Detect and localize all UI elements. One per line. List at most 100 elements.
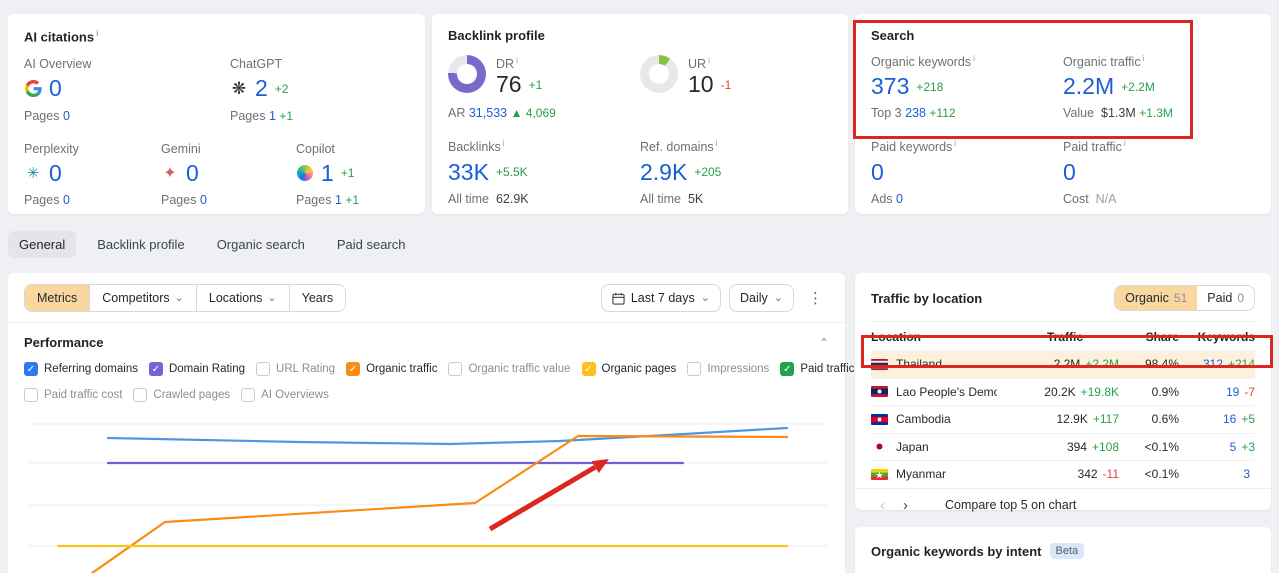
table-row-japan[interactable]: Japan 394 +108 <0.1% 5 +3 [871,432,1255,461]
table-row-thailand[interactable]: Thailand 2.2M +2.2M 98.4% 312 +214 [871,350,1255,378]
info-icon: i [715,138,718,149]
report-tabs: General Backlink profile Organic search … [8,231,417,258]
paid-keywords-stat: Paid keywords i 0 Ads 0 [871,138,957,206]
tab-paid-search[interactable]: Paid search [326,231,417,258]
chevron-down-icon: ⌄ [174,291,184,304]
chevron-down-icon: ⌄ [773,291,783,304]
metrics-segment[interactable]: Metrics [25,285,91,311]
organic-traffic-value[interactable]: 2.2M [1063,73,1114,99]
ai-overview-value: 0 [49,75,62,102]
dr-donut-gauge [448,55,486,93]
more-options-icon[interactable]: ⋮ [802,289,829,307]
pages-count-link[interactable]: 0 [200,193,207,207]
ar-label: AR [448,106,466,121]
next-page-icon[interactable]: › [894,498,917,513]
keywords-by-intent-card: Organic keywords by intent Beta [855,527,1271,573]
gemini-label: Gemini [161,141,201,156]
date-range-button[interactable]: Last 7 days ⌄ [600,284,721,312]
granularity-button[interactable]: Daily ⌄ [728,284,794,312]
flag-myanmar-icon [871,468,888,480]
tab-organic-search[interactable]: Organic search [206,231,316,258]
top3-link[interactable]: 238 [905,106,926,120]
info-icon: i [973,53,975,63]
perplexity-value: 0 [49,159,62,186]
chevron-down-icon: ⌄ [700,291,710,304]
chatgpt-stat: ChatGPT ❋ 2 +2 Pages 1 +1 [230,57,409,122]
info-icon: i [502,138,505,149]
keywords-by-intent-title: Organic keywords by intent [871,543,1042,559]
copilot-delta: +1 [340,166,355,181]
google-icon [24,80,42,98]
chart-toolbar: Metrics Competitors ⌄ Locations ⌄ Years La… [8,273,845,322]
checkbox-impressions[interactable]: Impressions [687,362,769,376]
ref-domains-value[interactable]: 2.9K [640,159,687,185]
performance-section: Performance ⌃ Referring domains Domain R… [8,322,854,402]
location-table-footer: ‹ › Compare top 5 on chart [855,487,1271,522]
paid-traffic-value[interactable]: 0 [1063,159,1076,185]
ai-citations-card: AI citations i AI Overview 0 Pages 0 Chat… [8,14,425,214]
info-icon: i [1142,53,1145,63]
keywords-link[interactable]: 3 [1243,467,1250,481]
traffic-by-location-title: Traffic by location [871,290,983,306]
copilot-label: Copilot [296,141,335,156]
ai-overview-label: AI Overview [24,57,92,72]
ai-citations-title: AI citations i [24,28,99,45]
chatgpt-value: 2 [255,75,268,102]
info-icon: i [954,138,957,149]
pages-count-link[interactable]: 1 [269,109,276,123]
keywords-link[interactable]: 312 [1203,357,1223,371]
table-row-laos[interactable]: Lao People's Democratic Reput 20.2K+19.8… [871,377,1255,406]
performance-title: Performance [24,335,104,350]
paid-traffic-stat: Paid traffic i 0 Cost N/A [1063,138,1126,206]
paid-toggle[interactable]: Paid 0 [1197,286,1254,310]
paid-keywords-value[interactable]: 0 [871,159,884,185]
table-row-myanmar[interactable]: Myanmar 342 -11 <0.1% 3 [871,460,1255,488]
collapse-chevron-icon[interactable]: ⌃ [819,336,829,350]
ref-domains-label: Ref. domains [640,140,714,155]
pages-count-link[interactable]: 0 [63,193,70,207]
info-icon: i [708,55,710,65]
checkbox-referring-domains[interactable]: Referring domains [24,362,138,376]
location-table: Location Traffic Share Keywords Thailand… [855,321,1271,488]
keywords-link[interactable]: 16 [1223,412,1236,426]
backlinks-value[interactable]: 33K [448,159,489,185]
ads-link[interactable]: 0 [896,192,903,206]
backlinks-alltime: 62.9K [495,191,529,206]
performance-card: Metrics Competitors ⌄ Locations ⌄ Years La… [8,273,854,573]
keywords-link[interactable]: 19 [1226,385,1239,399]
checkbox-domain-rating[interactable]: Domain Rating [148,362,245,376]
checkbox-icon [581,362,596,376]
years-segment[interactable]: Years [289,285,346,311]
ur-value: 10 [688,71,714,98]
organic-toggle[interactable]: Organic 51 [1115,286,1198,310]
locations-segment[interactable]: Locations ⌄ [196,285,290,311]
ar-value-link[interactable]: 31,533 [469,106,507,120]
backlink-profile-title: Backlink profile [448,28,545,43]
performance-chart[interactable] [8,400,845,573]
checkbox-url-rating[interactable]: URL Rating [256,362,335,376]
table-row-cambodia[interactable]: Cambodia 12.9K +117 0.6% 16 +5 [871,405,1255,433]
ai-overview-stat: AI Overview 0 Pages 0 [24,57,230,122]
pages-count-link[interactable]: 0 [63,109,70,123]
checkbox-paid-traffic[interactable]: Paid traffic [780,362,854,376]
compare-top5-link[interactable]: Compare top 5 on chart [945,498,1076,512]
competitors-segment[interactable]: Competitors ⌄ [90,285,197,311]
keywords-link[interactable]: 5 [1230,440,1237,454]
flag-japan-icon [871,441,888,453]
checkbox-icon [148,362,163,376]
location-table-header: Location Traffic Share Keywords [871,321,1255,350]
gemini-icon: ✦ [163,165,177,183]
checkbox-icon [256,362,271,376]
pages-count-link[interactable]: 1 [335,193,342,207]
checkbox-organic-traffic-value[interactable]: Organic traffic value [448,362,571,376]
tab-general[interactable]: General [8,231,77,258]
search-title: Search [871,28,915,43]
backlinks-stat: Backlinks i 33K +5.5K All time 62.9K [448,138,529,206]
organic-keywords-value[interactable]: 373 [871,73,909,99]
prev-page-icon[interactable]: ‹ [871,498,894,513]
checkbox-organic-pages[interactable]: Organic pages [581,362,676,376]
checkbox-organic-traffic[interactable]: Organic traffic [346,362,437,376]
tab-backlink-profile[interactable]: Backlink profile [86,231,195,258]
perplexity-stat: Perplexity ✳ 0 Pages 0 [24,142,161,207]
chatgpt-delta: +2 [274,81,289,96]
